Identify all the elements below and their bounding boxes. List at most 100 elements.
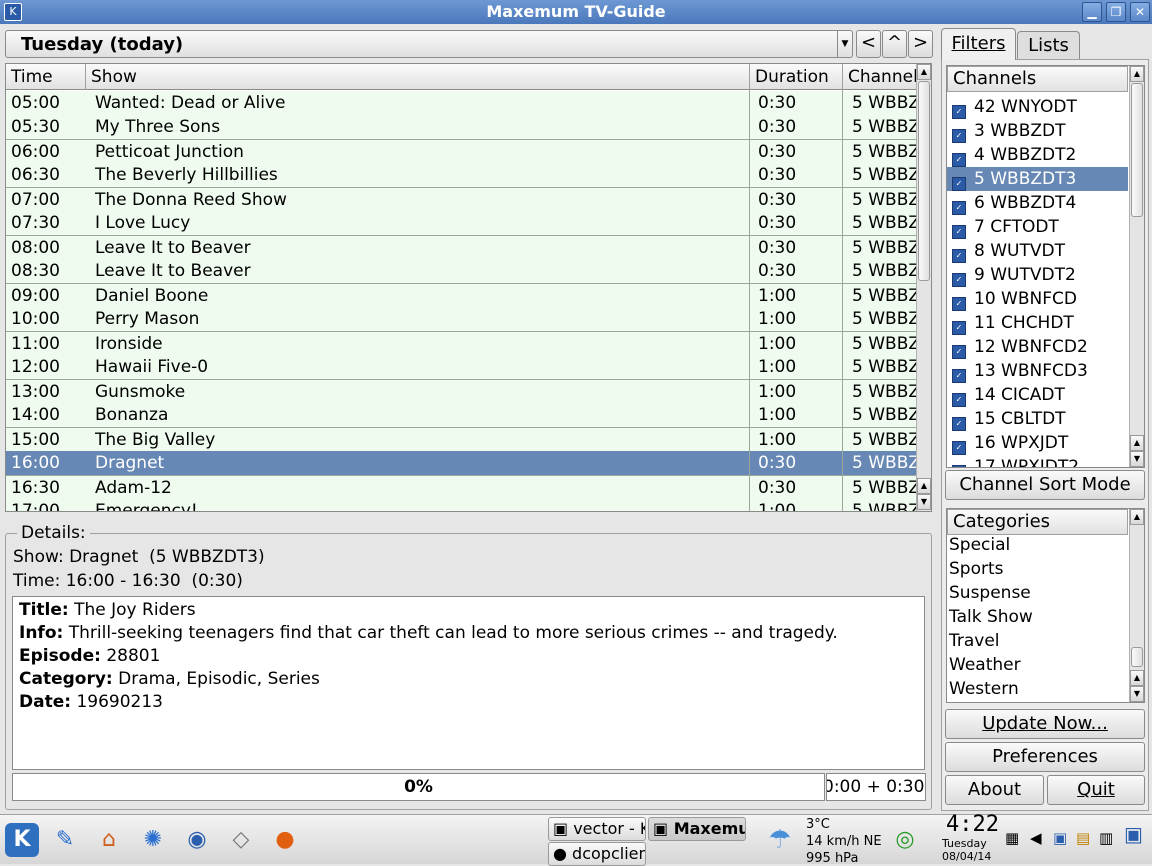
channel-item[interactable]: ✓ 16 WPXJDT <box>947 431 1128 455</box>
channel-checkbox-icon[interactable]: ✓ <box>952 129 966 143</box>
table-row[interactable]: 08:30 Leave It to Beaver 0:30 5 WBBZDT3 <box>6 259 916 283</box>
channel-checkbox-icon[interactable]: ✓ <box>952 393 966 407</box>
channel-item[interactable]: ✓ 42 WNYODT <box>947 95 1128 119</box>
maximize-button[interactable]: ❐ <box>1106 2 1126 22</box>
table-row[interactable]: 09:00 Daniel Boone 1:00 5 WBBZDT3 <box>6 283 916 307</box>
scroll-up-icon[interactable]: ▲ <box>1130 670 1144 686</box>
channel-checkbox-icon[interactable]: ✓ <box>952 321 966 335</box>
channel-item[interactable]: ✓ 4 WBBZDT2 <box>947 143 1128 167</box>
scroll-up-icon[interactable]: ▲ <box>917 478 931 494</box>
display-icon[interactable]: ▣ <box>1053 831 1067 846</box>
scroll-up-icon[interactable]: ▲ <box>917 64 931 80</box>
tab-lists[interactable]: Lists <box>1017 31 1080 60</box>
next-day-button[interactable]: > <box>908 30 933 58</box>
channel-item[interactable]: ✓ 14 CICADT <box>947 383 1128 407</box>
scroll-up-icon[interactable]: ▲ <box>1130 66 1144 82</box>
table-row[interactable]: 10:00 Perry Mason 1:00 5 WBBZDT3 <box>6 307 916 331</box>
categories-list[interactable]: Special Sports Suspense Talk Show Travel Weat… <box>946 508 1145 703</box>
minimize-button[interactable]: ▁ <box>1082 2 1102 22</box>
scroll-down-icon[interactable]: ▼ <box>917 494 931 510</box>
table-row[interactable]: 13:00 Gunsmoke 1:00 5 WBBZDT3 <box>6 379 916 403</box>
channels-header[interactable]: Channels <box>947 66 1128 92</box>
table-row[interactable]: 06:00 Petticoat Junction 0:30 5 WBBZDT3 <box>6 139 916 163</box>
column-header-time[interactable]: Time <box>6 64 86 90</box>
channel-item[interactable]: ✓ 15 CBLTDT <box>947 407 1128 431</box>
channel-item[interactable]: ✓ 9 WUTVDT2 <box>947 263 1128 287</box>
preferences-button[interactable]: Preferences <box>945 742 1145 772</box>
rain-weather-icon[interactable]: ☂ <box>758 823 802 857</box>
channel-item[interactable]: ✓ 6 WBBZDT4 <box>947 191 1128 215</box>
channel-checkbox-icon[interactable]: ✓ <box>952 417 966 431</box>
task-dcopclient[interactable]: ● dcopclient <box>548 842 646 866</box>
table-row[interactable]: 11:00 Ironside 1:00 5 WBBZDT3 <box>6 331 916 355</box>
settings-icon[interactable]: ◇ <box>224 823 258 857</box>
table-scrollbar[interactable]: ▲ ▲ ▼ <box>916 64 931 511</box>
channel-checkbox-icon[interactable]: ✓ <box>952 297 966 311</box>
scrollbar-thumb[interactable] <box>918 81 930 281</box>
volume-icon[interactable]: ◀ <box>1030 831 1042 846</box>
network-status-icon[interactable]: ▥ <box>1099 831 1113 846</box>
desktop-icon[interactable]: ✎ <box>48 823 82 857</box>
categories-scrollbar[interactable]: ▲ ▲ ▼ <box>1129 509 1144 702</box>
table-row[interactable]: 05:30 My Three Sons 0:30 5 WBBZDT3 <box>6 115 916 139</box>
task-maxemum[interactable]: ▣ Maxemum <box>648 817 746 841</box>
scrollbar-thumb[interactable] <box>1131 83 1143 217</box>
channel-checkbox-icon[interactable]: ✓ <box>952 345 966 359</box>
scroll-down-icon[interactable]: ▼ <box>1130 451 1144 467</box>
channel-checkbox-icon[interactable]: ✓ <box>952 153 966 167</box>
channel-checkbox-icon[interactable]: ✓ <box>952 177 966 191</box>
task-vector[interactable]: ▣ vector - K <box>548 817 646 841</box>
channels-list[interactable]: Channels ✓ 42 WNYODT ✓ 3 WBBZDT ✓ 4 WBBZDT2 ✓ 5… <box>946 65 1145 468</box>
channel-item[interactable]: ✓ 3 WBBZDT <box>947 119 1128 143</box>
today-button[interactable]: ^ <box>882 30 907 58</box>
klipper-icon[interactable]: ▤ <box>1076 831 1090 846</box>
channel-checkbox-icon[interactable]: ✓ <box>952 225 966 239</box>
channel-checkbox-icon[interactable]: ✓ <box>952 105 966 119</box>
channel-checkbox-icon[interactable]: ✓ <box>952 441 966 455</box>
home-folder-icon[interactable]: ⌂ <box>92 823 126 857</box>
category-item[interactable]: Special <box>949 533 1010 557</box>
table-row[interactable]: 12:00 Hawaii Five-0 1:00 5 WBBZDT3 <box>6 355 916 379</box>
category-item[interactable]: Suspense <box>949 581 1031 605</box>
category-item[interactable]: Travel <box>949 629 1000 653</box>
close-button[interactable]: ✕ <box>1130 2 1150 22</box>
channel-item[interactable]: ✓ 8 WUTVDT <box>947 239 1128 263</box>
clock-time[interactable]: 4:22 <box>946 813 999 837</box>
scroll-up-icon[interactable]: ▲ <box>1130 509 1144 525</box>
channel-item[interactable]: ✓ 7 CFTODT <box>947 215 1128 239</box>
channel-checkbox-icon[interactable]: ✓ <box>952 249 966 263</box>
channel-item[interactable]: ✓ 11 CHCHDT <box>947 311 1128 335</box>
table-row[interactable]: 07:00 The Donna Reed Show 0:30 5 WBBZDT3 <box>6 187 916 211</box>
table-row[interactable]: 17:00 Emergency! 1:00 5 WBBZDT3 <box>6 499 916 511</box>
column-header-duration[interactable]: Duration <box>750 64 843 90</box>
tv-guide-tray-icon[interactable]: ▣ <box>1124 824 1143 844</box>
column-header-channel[interactable]: Channel <box>843 64 916 90</box>
browser-globe-icon[interactable]: ◉ <box>180 823 214 857</box>
channel-item[interactable]: ✓ 12 WBNFCD2 <box>947 335 1128 359</box>
firefox-icon[interactable]: ● <box>268 823 302 857</box>
table-row[interactable]: 16:00 Dragnet 0:30 5 WBBZDT3 <box>6 451 916 475</box>
chevron-down-icon[interactable]: ▼ <box>837 31 852 57</box>
tab-filters[interactable]: Filters <box>941 28 1016 60</box>
wifi-icon[interactable]: ◎ <box>888 823 922 857</box>
keyboard-layout-flag-icon[interactable]: ▦ <box>1005 831 1019 846</box>
scroll-down-icon[interactable]: ▼ <box>1130 686 1144 702</box>
table-row[interactable]: 08:00 Leave It to Beaver 0:30 5 WBBZDT3 <box>6 235 916 259</box>
table-row[interactable]: 15:00 The Big Valley 1:00 5 WBBZDT3 <box>6 427 916 451</box>
column-header-show[interactable]: Show <box>86 64 750 90</box>
previous-day-button[interactable]: < <box>856 30 881 58</box>
channel-checkbox-icon[interactable]: ✓ <box>952 201 966 215</box>
category-item[interactable]: Talk Show <box>949 605 1033 629</box>
kde-menu-icon[interactable]: K <box>5 823 39 857</box>
show-info-box[interactable]: Title: The Joy Riders Info: Thrill-seeki… <box>12 596 925 770</box>
channel-sort-mode-button[interactable]: Channel Sort Mode <box>945 470 1145 500</box>
channel-item[interactable]: ✓ 10 WBNFCD <box>947 287 1128 311</box>
channel-item[interactable]: ✓ 13 WBNFCD3 <box>947 359 1128 383</box>
channels-scrollbar[interactable]: ▲ ▲ ▼ <box>1129 66 1144 467</box>
channel-item[interactable]: ✓ 17 WPXJDT2 <box>947 455 1128 467</box>
channel-item[interactable]: ✓ 5 WBBZDT3 <box>947 167 1128 191</box>
network-icon[interactable]: ✺ <box>136 823 170 857</box>
channel-checkbox-icon[interactable]: ✓ <box>952 369 966 383</box>
channel-checkbox-icon[interactable]: ✓ <box>952 273 966 287</box>
category-item[interactable]: Weather <box>949 653 1021 677</box>
